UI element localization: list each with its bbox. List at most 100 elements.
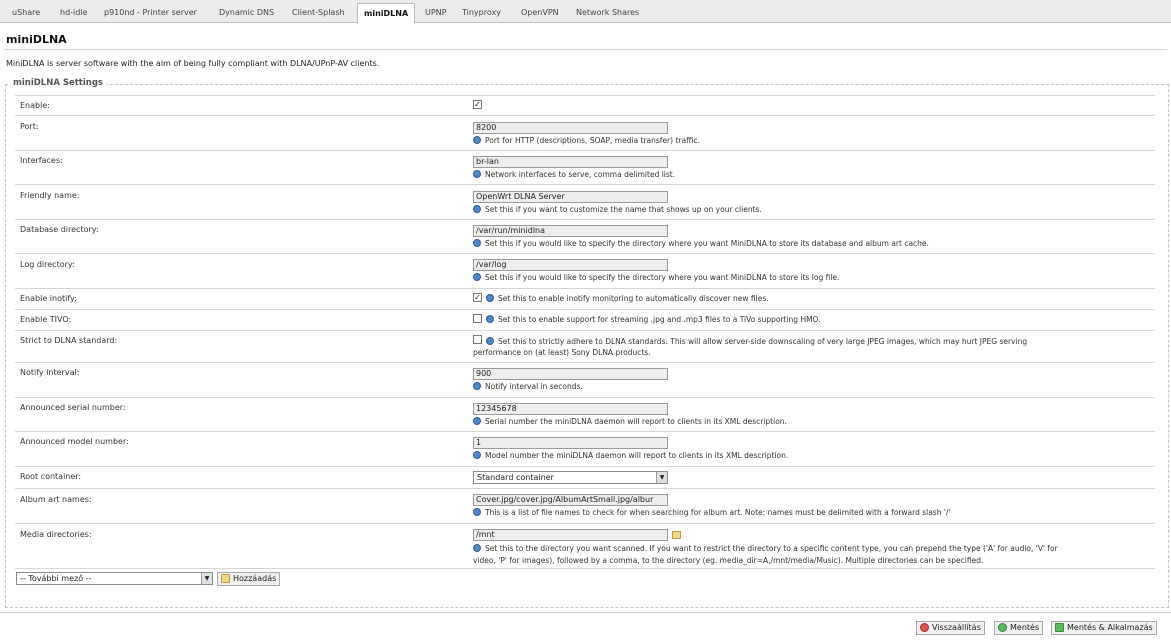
- footer-divider: [0, 612, 1171, 613]
- album-art-hint-text: This is a list of file names to check fo…: [485, 508, 951, 517]
- inotify-hint-text: Set this to enable inotify monitoring to…: [498, 294, 769, 303]
- chevron-down-icon: ▼: [656, 472, 667, 483]
- media-hint-line2: video, 'P' for images), followed by a co…: [473, 556, 984, 565]
- tab-minidlna[interactable]: miniDLNA: [357, 3, 416, 24]
- model-label: Announced model number:: [20, 437, 129, 446]
- save-button[interactable]: Mentés: [994, 621, 1044, 635]
- tivo-hint-text: Set this to enable support for streaming…: [498, 315, 821, 324]
- media-input[interactable]: /mnt: [473, 529, 668, 541]
- notify-input[interactable]: 900: [473, 368, 668, 380]
- port-hint: Port for HTTP (descriptions, SOAP, media…: [473, 135, 700, 146]
- log-dir-hint: Set this if you would like to specify th…: [473, 272, 839, 283]
- friendly-name-input[interactable]: OpenWrt DLNA Server: [473, 191, 668, 203]
- tivo-label: Enable TIVO:: [20, 315, 72, 324]
- model-input[interactable]: 1: [473, 437, 668, 449]
- interfaces-input[interactable]: br-lan: [473, 156, 668, 168]
- inotify-checkbox[interactable]: ✓: [473, 293, 482, 302]
- add-icon: [221, 574, 230, 583]
- album-art-hint: This is a list of file names to check fo…: [473, 507, 951, 518]
- enable-label: Enable:: [20, 101, 50, 110]
- extra-field-select-value: -- További mező --: [20, 574, 92, 583]
- tab-ushare[interactable]: uShare: [12, 4, 40, 21]
- tivo-hint: Set this to enable support for streaming…: [486, 314, 821, 325]
- add-field-button[interactable]: Hozzáadás: [217, 572, 281, 586]
- tab-hd-idle[interactable]: hd-idle: [60, 4, 87, 21]
- tab-client-splash[interactable]: Client-Splash: [292, 4, 345, 21]
- row-divider: [15, 488, 1155, 489]
- row-divider: [15, 95, 1155, 96]
- root-label: Root container:: [20, 472, 82, 481]
- row-divider: [15, 330, 1155, 331]
- tab-tinyproxy[interactable]: Tinyproxy: [462, 4, 501, 21]
- serial-input[interactable]: 12345678: [473, 403, 668, 415]
- strict-hint: Set this to strictly adhere to DLNA stan…: [486, 336, 1027, 347]
- media-hint-line1: Set this to the directory you want scann…: [485, 544, 1058, 553]
- notify-hint-text: Notify interval in seconds.: [485, 382, 583, 391]
- log-dir-input[interactable]: /var/log: [473, 259, 668, 271]
- log-dir-hint-text: Set this if you would like to specify th…: [485, 273, 840, 282]
- notify-hint: Notify interval in seconds.: [473, 381, 583, 392]
- tab-network-shares[interactable]: Network Shares: [576, 4, 639, 21]
- info-icon: [486, 337, 494, 345]
- save-label: Mentés: [1010, 623, 1040, 632]
- tab-bar: uShare hd-idle p910nd - Printer server D…: [0, 0, 1171, 24]
- media-label: Media directories:: [20, 530, 92, 539]
- reset-label: Visszaállítás: [932, 623, 981, 632]
- chevron-down-icon: ▼: [201, 573, 212, 584]
- port-input[interactable]: 8200: [473, 122, 668, 134]
- info-icon: [473, 508, 481, 516]
- page-title: miniDLNA: [6, 33, 67, 46]
- friendly-name-hint: Set this if you want to customize the na…: [473, 204, 762, 215]
- friendly-name-label: Friendly name:: [20, 191, 80, 200]
- save-apply-button[interactable]: Mentés & Alkalmazás: [1051, 621, 1157, 635]
- db-dir-hint: Set this if you would like to specify th…: [473, 238, 929, 249]
- db-dir-input[interactable]: /var/run/minidlna: [473, 225, 668, 237]
- inotify-hint: Set this to enable inotify monitoring to…: [486, 293, 769, 304]
- port-hint-text: Port for HTTP (descriptions, SOAP, media…: [485, 136, 700, 145]
- extra-field-select[interactable]: -- További mező -- ▼: [16, 572, 213, 585]
- album-art-label: Album art names:: [20, 495, 92, 504]
- save-apply-icon: [1055, 623, 1064, 632]
- info-icon: [473, 382, 481, 390]
- row-divider: [15, 253, 1155, 254]
- folder-icon[interactable]: [672, 531, 681, 539]
- info-icon: [473, 205, 481, 213]
- enable-checkbox[interactable]: ✓: [473, 100, 482, 109]
- album-art-input[interactable]: Cover.jpg/cover.jpg/AlbumArtSmall.jpg/al…: [473, 494, 668, 506]
- info-icon: [473, 239, 481, 247]
- media-hint: Set this to the directory you want scann…: [473, 543, 1058, 554]
- strict-hint-line2: performance on (at least) Sony DLNA prod…: [473, 348, 651, 357]
- add-field-label: Hozzáadás: [233, 574, 277, 583]
- reset-button[interactable]: Visszaállítás: [916, 621, 985, 635]
- reset-icon: [920, 623, 929, 632]
- row-divider: [15, 362, 1155, 363]
- row-divider: [15, 397, 1155, 398]
- row-divider: [15, 466, 1155, 467]
- strict-checkbox[interactable]: [473, 335, 482, 344]
- tab-openvpn[interactable]: OpenVPN: [521, 4, 559, 21]
- title-divider: [4, 49, 1167, 50]
- tab-upnp[interactable]: UPNP: [425, 4, 447, 21]
- save-apply-label: Mentés & Alkalmazás: [1067, 623, 1153, 632]
- port-label: Port:: [20, 122, 39, 131]
- db-dir-label: Database directory:: [20, 225, 99, 234]
- tab-dynamic-dns[interactable]: Dynamic DNS: [219, 4, 274, 21]
- row-divider: [15, 568, 1155, 569]
- root-container-value: Standard container: [477, 473, 554, 482]
- model-hint-text: Model number the miniDLNA daemon will re…: [485, 451, 789, 460]
- tab-p910nd[interactable]: p910nd - Printer server: [104, 4, 197, 21]
- info-icon: [473, 170, 481, 178]
- page-description: MiniDLNA is server software with the aim…: [6, 59, 380, 68]
- settings-legend: miniDLNA Settings: [9, 78, 107, 88]
- row-divider: [15, 150, 1155, 151]
- row-divider: [15, 184, 1155, 185]
- root-container-select[interactable]: Standard container ▼: [473, 471, 668, 484]
- info-icon: [473, 451, 481, 459]
- row-divider: [15, 431, 1155, 432]
- serial-label: Announced serial number:: [20, 403, 126, 412]
- row-divider: [15, 219, 1155, 220]
- tivo-checkbox[interactable]: [473, 314, 482, 323]
- serial-hint: Serial number the miniDLNA daemon will r…: [473, 416, 787, 427]
- model-hint: Model number the miniDLNA daemon will re…: [473, 450, 788, 461]
- info-icon: [473, 417, 481, 425]
